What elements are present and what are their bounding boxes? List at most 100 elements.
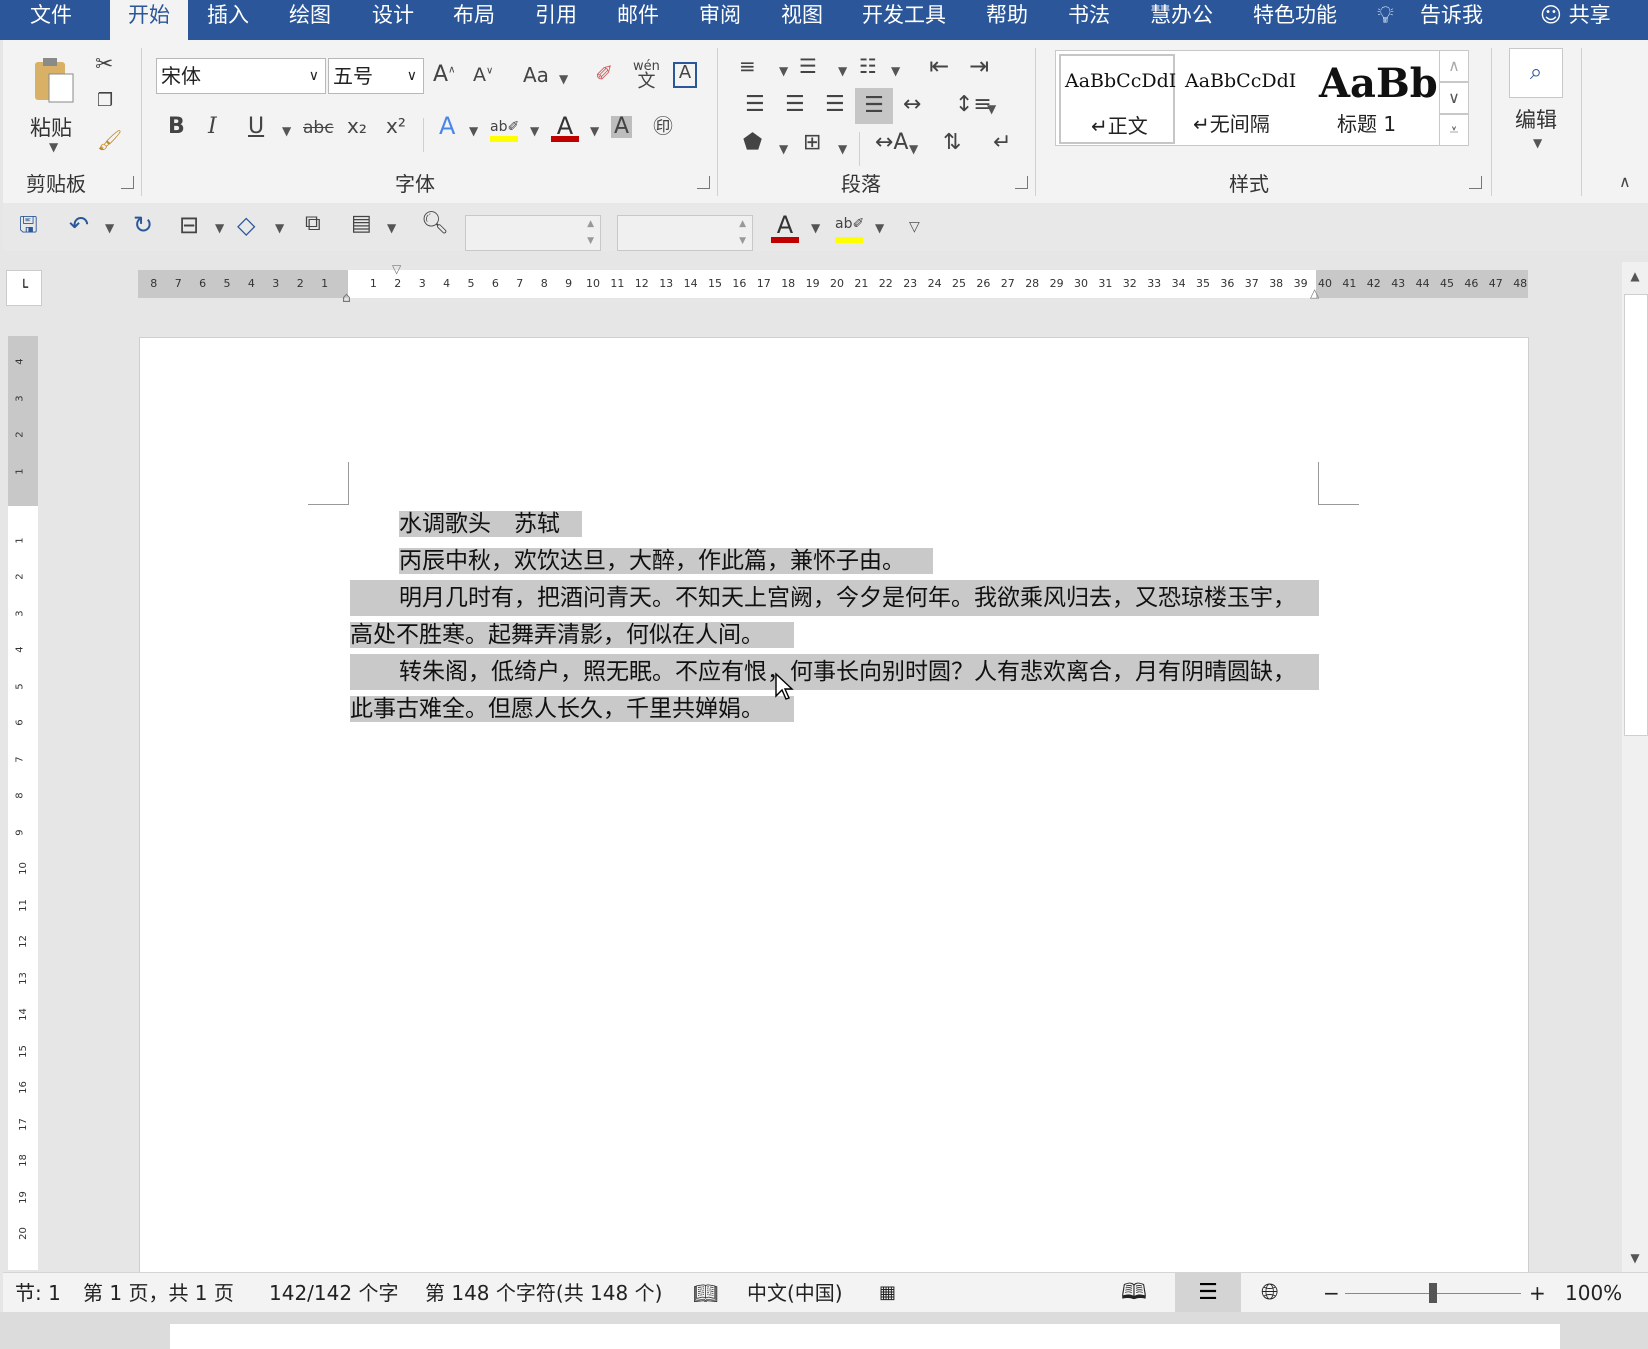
zoom-out-button[interactable]: −	[1323, 1273, 1340, 1313]
align-right-icon[interactable]: ☰	[825, 94, 845, 116]
share-button[interactable]: ☺ 共享	[1540, 0, 1611, 40]
strikethrough-button[interactable]: abc	[303, 120, 334, 137]
customize-qat-icon[interactable]: ▽	[909, 219, 920, 235]
text-box-dropdown-icon[interactable]: ▼	[387, 221, 396, 235]
scroll-thumb[interactable]	[1624, 294, 1648, 736]
align-center-icon[interactable]: ☰	[785, 94, 805, 116]
superscript-button[interactable]: x²	[386, 116, 406, 136]
doc-title-line[interactable]: 水调歌头 苏轼	[399, 506, 582, 542]
web-layout-icon[interactable]: 🌐︎	[1261, 1273, 1279, 1313]
subscript-button[interactable]: x₂	[347, 116, 367, 136]
tab-calligraphy[interactable]: 书法	[1068, 0, 1110, 40]
style-no-spacing[interactable]: AaBbCcDdI ↵无间隔	[1181, 56, 1305, 142]
doc-stanza2-line1[interactable]: 转朱阁，低绮户，照无眠。不应有恨，何事长向别时圆？人有悲欢离合，月有阴晴圆缺，	[350, 654, 1319, 690]
tab-view[interactable]: 视图	[781, 0, 823, 40]
tab-review[interactable]: 审阅	[699, 0, 741, 40]
collapse-ribbon-icon[interactable]: ∧	[1619, 174, 1631, 190]
justify-icon[interactable]: ☰	[855, 88, 893, 124]
macro-icon[interactable]: ▦	[879, 1273, 896, 1313]
language-indicator[interactable]: 中文(中国)	[747, 1273, 843, 1313]
distributed-icon[interactable]: ↔	[903, 94, 921, 116]
editing-dropdown-icon[interactable]: ▼	[1533, 136, 1542, 150]
bold-button[interactable]: B	[168, 116, 185, 138]
undo-dropdown-icon[interactable]: ▼	[105, 221, 114, 235]
print-layout-icon[interactable]: ☰	[1175, 1273, 1241, 1313]
paste-button[interactable]	[29, 54, 79, 106]
text-box-icon[interactable]: ▤	[351, 213, 372, 235]
tab-insert[interactable]: 插入	[207, 0, 249, 40]
zoom-percentage[interactable]: 100%	[1565, 1273, 1622, 1313]
qat-highlight-icon[interactable]: ab✐	[835, 213, 864, 243]
left-indent-marker[interactable]: ⌂	[342, 290, 351, 306]
scroll-down-icon[interactable]: ▼	[1622, 1244, 1648, 1272]
spin-box-1[interactable]: ▲ ▼	[465, 215, 601, 251]
text-effects-icon[interactable]: A	[439, 114, 455, 138]
shrink-font-icon[interactable]: A∨	[473, 66, 493, 85]
editing-label[interactable]: 编辑	[1515, 104, 1557, 134]
save-icon[interactable]: 🖫︎	[19, 215, 38, 237]
shading-dropdown-icon[interactable]: ▼	[779, 142, 788, 156]
increase-indent-icon[interactable]: ⇥	[969, 54, 989, 78]
grow-font-icon[interactable]: A∧	[433, 64, 455, 86]
format-painter-icon[interactable]: 🖌︎	[97, 130, 122, 150]
borders-icon[interactable]: ⊞	[803, 132, 821, 154]
paste-dropdown-icon[interactable]: ▼	[49, 140, 58, 154]
styles-launcher-icon[interactable]	[1469, 176, 1482, 189]
word-count[interactable]: 142/142 个字	[269, 1273, 398, 1313]
lightbulb-icon[interactable]: 💡︎	[1377, 0, 1394, 40]
page-break-dropdown-icon[interactable]: ▼	[215, 221, 224, 235]
font-color-icon[interactable]: A	[551, 112, 579, 142]
doc-stanza1-line2[interactable]: 高处不胜寒。起舞弄清影，何似在人间。	[350, 617, 794, 653]
style-normal[interactable]: AaBbCcDdI ↵正文	[1059, 54, 1176, 144]
multilevel-list-icon[interactable]: ☷	[859, 56, 877, 76]
numbering-dropdown-icon[interactable]: ▼	[838, 64, 847, 78]
paste-label[interactable]: 粘贴	[30, 112, 72, 142]
underline-button[interactable]: U	[248, 116, 264, 138]
tab-home[interactable]: 开始	[110, 0, 188, 40]
compare-icon[interactable]: ⧉	[305, 213, 321, 235]
highlight-dropdown-icon[interactable]: ▼	[530, 124, 539, 138]
qat-font-color-dropdown-icon[interactable]: ▼	[811, 221, 820, 235]
font-name-combo[interactable]: 宋体 ∨	[156, 58, 326, 94]
tab-mailings[interactable]: 邮件	[617, 0, 659, 40]
bullets-icon[interactable]: ≡	[739, 56, 756, 76]
zoom-in-button[interactable]: +	[1529, 1273, 1546, 1313]
underline-dropdown-icon[interactable]: ▼	[282, 124, 291, 138]
styles-scroll-up-icon[interactable]: ∧	[1439, 50, 1469, 82]
character-shading-icon[interactable]: A	[611, 116, 633, 138]
enclose-characters-icon[interactable]: ㊞	[653, 116, 673, 136]
first-line-indent-marker[interactable]: ▽	[392, 262, 401, 276]
qat-font-color-icon[interactable]: A	[771, 211, 799, 243]
clear-formatting-icon[interactable]: ✐	[595, 64, 613, 86]
multilevel-list-dropdown-icon[interactable]: ▼	[891, 64, 900, 78]
font-color-dropdown-icon[interactable]: ▼	[590, 124, 599, 138]
highlight-icon[interactable]: ab✐	[490, 116, 519, 142]
align-left-icon[interactable]: ☰	[745, 94, 765, 116]
bullets-dropdown-icon[interactable]: ▼	[779, 64, 788, 78]
undo-icon[interactable]: ↶	[69, 213, 89, 237]
page-break-icon[interactable]: ⊟	[179, 213, 199, 237]
decrease-indent-icon[interactable]: ⇤	[929, 54, 949, 78]
tab-references[interactable]: 引用	[535, 0, 577, 40]
italic-button[interactable]: I	[208, 116, 217, 138]
read-mode-icon[interactable]: 🕮︎	[1121, 1273, 1147, 1313]
tab-file[interactable]: 文件	[30, 0, 72, 40]
scroll-up-icon[interactable]: ▲	[1622, 262, 1648, 290]
page-indicator[interactable]: 第 1 页，共 1 页	[83, 1273, 234, 1313]
doc-stanza2-line2[interactable]: 此事古难全。但愿人长久，千里共婵娟。	[350, 691, 794, 727]
style-heading-1[interactable]: AaBb 标题 1	[1311, 56, 1438, 142]
font-size-combo[interactable]: 五号 ∨	[328, 58, 424, 94]
search-icon[interactable]: ⌕	[1509, 48, 1563, 98]
tab-layout[interactable]: 布局	[453, 0, 495, 40]
show-marks-icon[interactable]: ↵	[993, 132, 1011, 154]
numbering-icon[interactable]: ☰	[799, 56, 817, 76]
phonetic-guide-button[interactable]: wén 文	[633, 60, 660, 91]
tab-help[interactable]: 帮助	[986, 0, 1028, 40]
line-spacing-dropdown-icon[interactable]: ▼	[987, 102, 996, 116]
spin-box-2[interactable]: ▲ ▼	[617, 215, 753, 251]
styles-more-icon[interactable]: ⩡	[1439, 114, 1469, 146]
copy-icon[interactable]: ❐	[97, 92, 113, 110]
zoom-slider-thumb[interactable]	[1429, 1283, 1437, 1303]
tab-special-features[interactable]: 特色功能	[1253, 0, 1337, 40]
character-border-icon[interactable]: A	[673, 62, 697, 88]
